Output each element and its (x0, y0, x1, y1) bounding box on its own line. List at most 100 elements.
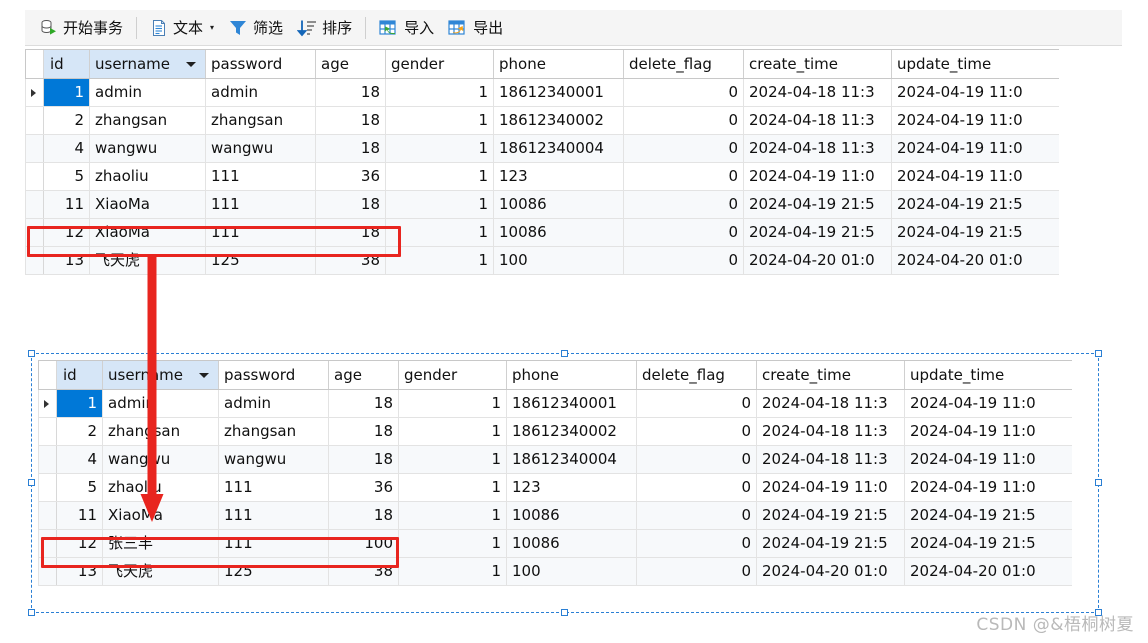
cell-update_time[interactable]: 2024-04-19 11:0 (905, 446, 1055, 473)
table-row[interactable]: 4 wangwu wangwu 18 1 18612340004 0 2024-04-18 1… (25, 135, 1059, 163)
cell-gender[interactable]: 1 (386, 247, 494, 274)
cell-gender[interactable]: 1 (399, 390, 507, 417)
cell-create_time[interactable]: 2024-04-19 11:0 (744, 163, 892, 190)
cell-age[interactable]: 18 (329, 390, 399, 417)
cell-create_time[interactable]: 2024-04-18 11:3 (744, 107, 892, 134)
table-row[interactable]: 13 飞天虎 125 38 1 100 0 2024-04-20 01:0 2024-04-20… (38, 558, 1072, 586)
cell-password[interactable]: 125 (219, 558, 329, 585)
cell-update_time[interactable]: 2024-04-19 21:5 (892, 191, 1042, 218)
cell-update_time[interactable]: 2024-04-19 11:0 (892, 79, 1042, 106)
cell-username[interactable]: admin (90, 79, 206, 106)
cell-phone[interactable]: 18612340001 (507, 390, 637, 417)
cell-delete_flag[interactable]: 0 (637, 446, 757, 473)
cell-update_time[interactable]: 2024-04-19 21:5 (905, 502, 1055, 529)
row-indicator[interactable] (39, 474, 57, 501)
cell-gender[interactable]: 1 (386, 135, 494, 162)
cell-age[interactable]: 18 (329, 502, 399, 529)
cell-age[interactable]: 38 (329, 558, 399, 585)
column-header-gender[interactable]: gender (386, 50, 494, 78)
query-result-grid-after[interactable]: id username password age gender phone delete_f… (38, 360, 1072, 586)
cell-age[interactable]: 18 (316, 79, 386, 106)
cell-delete_flag[interactable]: 0 (637, 558, 757, 585)
cell-delete_flag[interactable]: 0 (637, 530, 757, 557)
column-header-create_time[interactable]: create_time (757, 361, 905, 389)
column-header-username[interactable]: username (103, 361, 219, 389)
cell-create_time[interactable]: 2024-04-19 21:5 (744, 219, 892, 246)
cell-password[interactable]: 111 (206, 191, 316, 218)
cell-delete_flag[interactable]: 0 (624, 79, 744, 106)
table-row[interactable]: 12 XiaoMa 111 18 1 10086 0 2024-04-19 21:5 2024-… (25, 219, 1059, 247)
cell-age[interactable]: 18 (329, 418, 399, 445)
cell-delete_flag[interactable]: 0 (624, 247, 744, 274)
cell-update_time[interactable]: 2024-04-19 11:0 (892, 107, 1042, 134)
table-row[interactable]: 2 zhangsan zhangsan 18 1 18612340002 0 2024-04-… (38, 418, 1072, 446)
resize-handle-middle-right[interactable] (1095, 479, 1102, 486)
cell-password[interactable]: 111 (219, 474, 329, 501)
column-header-password[interactable]: password (206, 50, 316, 78)
cell-update_time[interactable]: 2024-04-19 11:0 (892, 163, 1042, 190)
cell-create_time[interactable]: 2024-04-18 11:3 (757, 446, 905, 473)
cell-gender[interactable]: 1 (399, 446, 507, 473)
row-indicator[interactable] (26, 79, 44, 106)
row-indicator[interactable] (39, 390, 57, 417)
cell-phone[interactable]: 10086 (494, 191, 624, 218)
column-header-password[interactable]: password (219, 361, 329, 389)
row-indicator[interactable] (26, 191, 44, 218)
chevron-down-icon[interactable]: ▾ (210, 23, 214, 32)
cell-id[interactable]: 13 (44, 247, 90, 274)
cell-phone[interactable]: 10086 (494, 219, 624, 246)
cell-phone[interactable]: 18612340001 (494, 79, 624, 106)
cell-password[interactable]: wangwu (219, 446, 329, 473)
cell-create_time[interactable]: 2024-04-18 11:3 (757, 418, 905, 445)
cell-id[interactable]: 2 (57, 418, 103, 445)
column-header-age[interactable]: age (329, 361, 399, 389)
query-result-grid-before[interactable]: id username password age gender phone delete_f… (25, 49, 1059, 275)
toolbar-button-sort[interactable]: 排序 (290, 13, 359, 43)
cell-delete_flag[interactable]: 0 (637, 474, 757, 501)
cell-create_time[interactable]: 2024-04-19 21:5 (757, 502, 905, 529)
row-indicator[interactable] (39, 530, 57, 557)
column-header-id[interactable]: id (57, 361, 103, 389)
column-header-age[interactable]: age (316, 50, 386, 78)
resize-handle-bottom-left[interactable] (28, 609, 35, 616)
cell-gender[interactable]: 1 (386, 191, 494, 218)
cell-create_time[interactable]: 2024-04-18 11:3 (757, 390, 905, 417)
cell-username[interactable]: zhangsan (103, 418, 219, 445)
cell-password[interactable]: 111 (206, 219, 316, 246)
resize-handle-top-center[interactable] (561, 350, 568, 357)
cell-age[interactable]: 18 (316, 219, 386, 246)
cell-age[interactable]: 100 (329, 530, 399, 557)
cell-password[interactable]: zhangsan (206, 107, 316, 134)
cell-gender[interactable]: 1 (399, 418, 507, 445)
cell-username[interactable]: XiaoMa (103, 502, 219, 529)
resize-handle-top-left[interactable] (28, 350, 35, 357)
cell-update_time[interactable]: 2024-04-19 11:0 (892, 135, 1042, 162)
cell-username[interactable]: zhangsan (90, 107, 206, 134)
cell-update_time[interactable]: 2024-04-19 21:5 (905, 530, 1055, 557)
cell-phone[interactable]: 18612340002 (494, 107, 624, 134)
table-row[interactable]: 13 飞天虎 125 38 1 100 0 2024-04-20 01:0 2024-04-20… (25, 247, 1059, 275)
cell-id[interactable]: 13 (57, 558, 103, 585)
row-indicator[interactable] (39, 446, 57, 473)
cell-delete_flag[interactable]: 0 (624, 191, 744, 218)
cell-create_time[interactable]: 2024-04-18 11:3 (744, 79, 892, 106)
cell-update_time[interactable]: 2024-04-19 11:0 (905, 390, 1055, 417)
resize-handle-bottom-center[interactable] (561, 609, 568, 616)
cell-update_time[interactable]: 2024-04-19 11:0 (905, 418, 1055, 445)
cell-create_time[interactable]: 2024-04-18 11:3 (744, 135, 892, 162)
column-header-create_time[interactable]: create_time (744, 50, 892, 78)
cell-delete_flag[interactable]: 0 (624, 135, 744, 162)
cell-password[interactable]: 111 (219, 530, 329, 557)
table-row[interactable]: 5 zhaoliu 111 36 1 123 0 2024-04-19 11:0 2024-04… (38, 474, 1072, 502)
cell-phone[interactable]: 100 (494, 247, 624, 274)
cell-phone[interactable]: 10086 (507, 530, 637, 557)
row-indicator[interactable] (26, 135, 44, 162)
cell-id[interactable]: 5 (44, 163, 90, 190)
column-header-phone[interactable]: phone (494, 50, 624, 78)
resize-handle-top-right[interactable] (1095, 350, 1102, 357)
cell-username[interactable]: XiaoMa (90, 219, 206, 246)
cell-create_time[interactable]: 2024-04-19 11:0 (757, 474, 905, 501)
cell-phone[interactable]: 18612340002 (507, 418, 637, 445)
toolbar-button-filter[interactable]: 筛选 (221, 13, 290, 43)
cell-age[interactable]: 18 (329, 446, 399, 473)
